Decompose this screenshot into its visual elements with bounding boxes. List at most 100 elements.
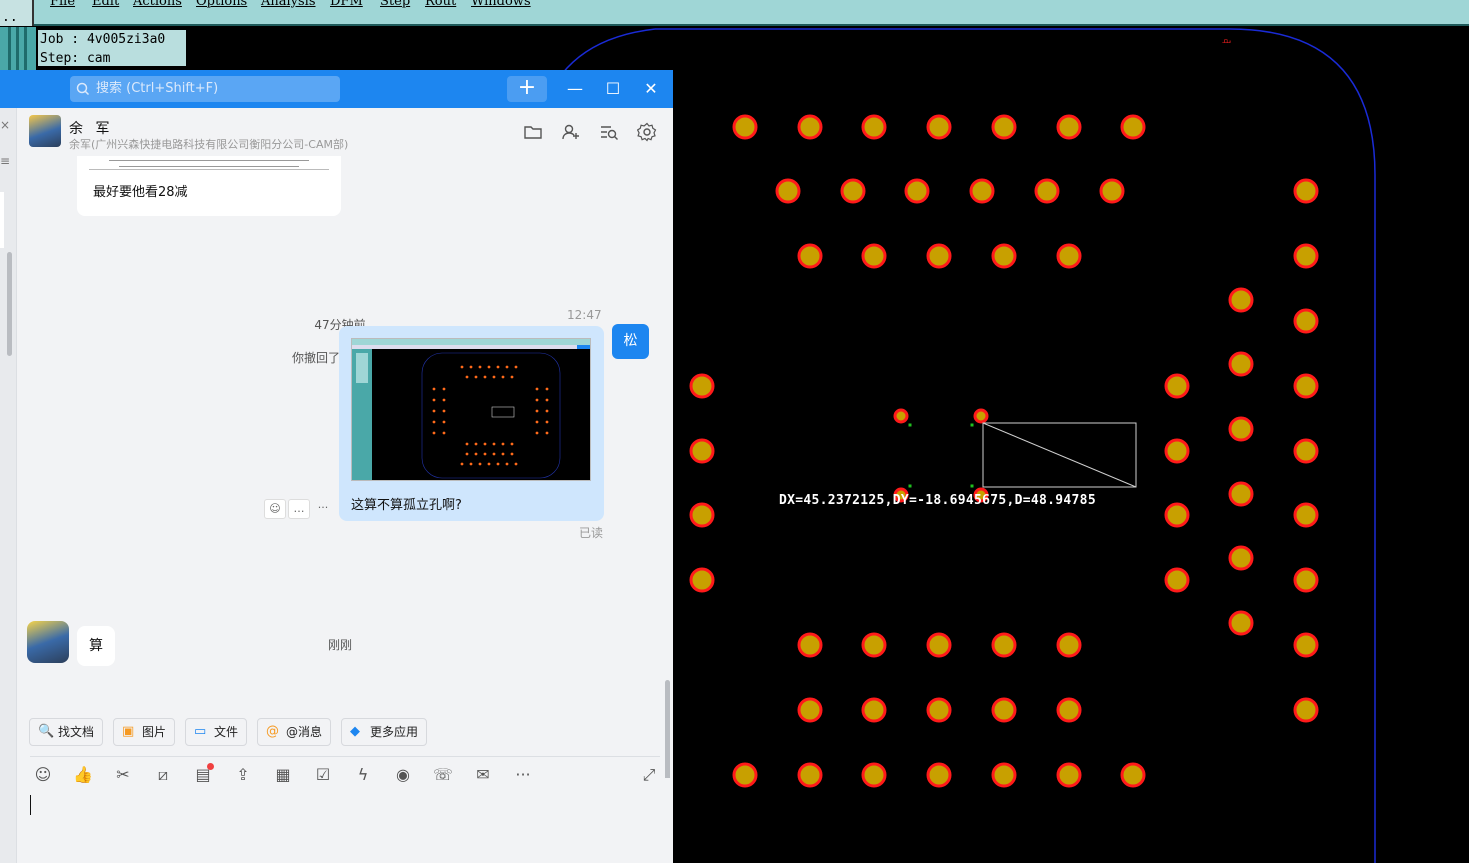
preview-pad — [442, 398, 446, 402]
message-bubble-mine[interactable]: 这算不算孤立孔啊? — [339, 326, 604, 521]
search-icon — [76, 76, 90, 112]
add-button[interactable]: + — [507, 76, 547, 102]
pad — [732, 114, 758, 140]
small-pad — [973, 408, 989, 424]
preview-pad — [432, 409, 436, 413]
calendar-icon[interactable]: ▦ — [271, 763, 295, 787]
panel-item[interactable] — [0, 192, 4, 248]
contact-name: 余 军 — [69, 121, 114, 137]
settings-icon[interactable] — [636, 122, 657, 142]
emoji-icon[interactable]: ☺ — [31, 763, 55, 787]
cam-menu-options[interactable]: Options — [196, 0, 247, 9]
close-button[interactable]: ✕ — [636, 76, 666, 102]
cam-step-label: Step: cam — [40, 51, 111, 66]
contact-avatar-message[interactable] — [27, 621, 69, 663]
pad — [991, 632, 1017, 658]
menu-icon[interactable]: ≡ — [0, 154, 10, 168]
cam-menu-dfm[interactable]: DFM — [330, 0, 363, 9]
task-icon[interactable]: ☑ — [311, 763, 335, 787]
upload-icon[interactable]: ⇪ — [231, 763, 255, 787]
preview-pad — [483, 452, 487, 456]
search-input[interactable]: 搜索 (Ctrl+Shift+F) — [70, 76, 340, 102]
message-list[interactable]: 最好要他看28减 47分钟前 你撤回了一条消息 12:47 这算不算孤立孔啊? — [17, 156, 673, 778]
pad — [1293, 178, 1319, 204]
thumbs-up-icon[interactable]: 👍 — [71, 763, 95, 787]
pad — [991, 697, 1017, 723]
cam-menu-left[interactable]: .. — [0, 0, 34, 26]
cam-menu-windows[interactable]: Windows — [471, 0, 531, 9]
mail-icon[interactable]: ✉ — [471, 763, 495, 787]
preview-pad — [510, 375, 514, 379]
pad — [1164, 438, 1190, 464]
left-collapsed-panel[interactable]: × ≡ — [0, 108, 17, 863]
prev-image-thumbnail[interactable] — [89, 156, 329, 170]
my-avatar[interactable]: 松 — [612, 324, 649, 359]
scissors-icon[interactable]: ✂ — [111, 763, 135, 787]
reply-icon[interactable]: … — [288, 499, 310, 519]
pad — [689, 567, 715, 593]
more-icon[interactable]: ··· — [511, 763, 535, 787]
search-placeholder: 搜索 (Ctrl+Shift+F) — [96, 81, 219, 96]
message-input[interactable] — [17, 790, 673, 863]
preview-pad — [545, 431, 549, 435]
marker — [908, 423, 912, 427]
cam-menu-edit[interactable]: Edit — [92, 0, 119, 9]
preview-pad — [460, 365, 464, 369]
preview-pad — [535, 431, 539, 435]
preview-pad — [535, 398, 539, 402]
mention-button[interactable]: @ @消息 — [257, 718, 332, 746]
pad — [1120, 114, 1146, 140]
contact-avatar[interactable] — [29, 115, 61, 147]
video-icon[interactable]: ◉ — [391, 763, 415, 787]
cam-side-panel[interactable] — [0, 27, 36, 71]
pad — [1056, 697, 1082, 723]
image-button[interactable]: ▣ 图片 — [113, 718, 176, 746]
cam-menu-file[interactable]: File — [50, 0, 75, 9]
preview-pad — [442, 387, 446, 391]
pad — [926, 243, 952, 269]
mention-label: @消息 — [286, 725, 323, 739]
pad — [904, 178, 930, 204]
preview-pad — [442, 420, 446, 424]
lightning-icon[interactable]: ϟ — [351, 763, 375, 787]
cam-job-info: Job : 4v005zi3a0 Step: cam — [36, 28, 188, 68]
cam-menu-analysis[interactable]: Analysis — [261, 0, 316, 9]
close-icon[interactable]: × — [0, 118, 10, 132]
pad — [689, 373, 715, 399]
file-button[interactable]: ▭ 文件 — [185, 718, 248, 746]
at-icon: @ — [266, 724, 279, 739]
maximize-button[interactable]: ☐ — [598, 76, 628, 102]
slash-command-icon[interactable]: ⧄ — [151, 763, 175, 787]
cam-menu-actions[interactable]: Actions — [133, 0, 182, 9]
cam-menu-rout[interactable]: Rout — [425, 0, 456, 9]
search-history-icon[interactable] — [599, 122, 619, 142]
note-icon[interactable]: ▤ — [191, 763, 215, 787]
add-user-icon[interactable] — [561, 122, 581, 142]
more-apps-button[interactable]: ◆ 更多应用 — [341, 718, 428, 746]
preview-pad — [501, 452, 505, 456]
minimize-button[interactable]: — — [560, 76, 590, 102]
preview-pad — [432, 431, 436, 435]
find-doc-label: 找文档 — [58, 725, 95, 739]
contact-org: 余军(广州兴森快捷电路科技有限公司衡阳分公司-CAM部) — [69, 138, 349, 151]
preview-pad — [496, 462, 500, 466]
chat-header: 余 军 余军(广州兴森快捷电路科技有限公司衡阳分公司-CAM部) — [17, 108, 673, 156]
preview-pad — [469, 365, 473, 369]
left-scrollbar[interactable] — [7, 252, 12, 356]
more-icon[interactable]: ··· — [312, 499, 334, 519]
folder-icon[interactable] — [523, 122, 543, 142]
preview-pad — [460, 462, 464, 466]
cam-menu-step[interactable]: Step — [380, 0, 410, 9]
pad — [689, 502, 715, 528]
find-doc-button[interactable]: 🔍 找文档 — [29, 718, 104, 746]
preview-pad — [478, 365, 482, 369]
reply-message[interactable]: 算 — [77, 626, 115, 666]
read-status: 已读 — [579, 526, 604, 540]
preview-pad — [496, 365, 500, 369]
screenshot-image[interactable] — [351, 338, 591, 481]
preview-pad — [465, 442, 469, 446]
phone-icon[interactable]: ☏ — [431, 763, 455, 787]
message-bubble-prev[interactable]: 最好要他看28减 — [77, 156, 341, 216]
expand-icon[interactable]: ⤢ — [637, 763, 661, 787]
reaction-icon[interactable]: ☺ — [264, 499, 286, 519]
